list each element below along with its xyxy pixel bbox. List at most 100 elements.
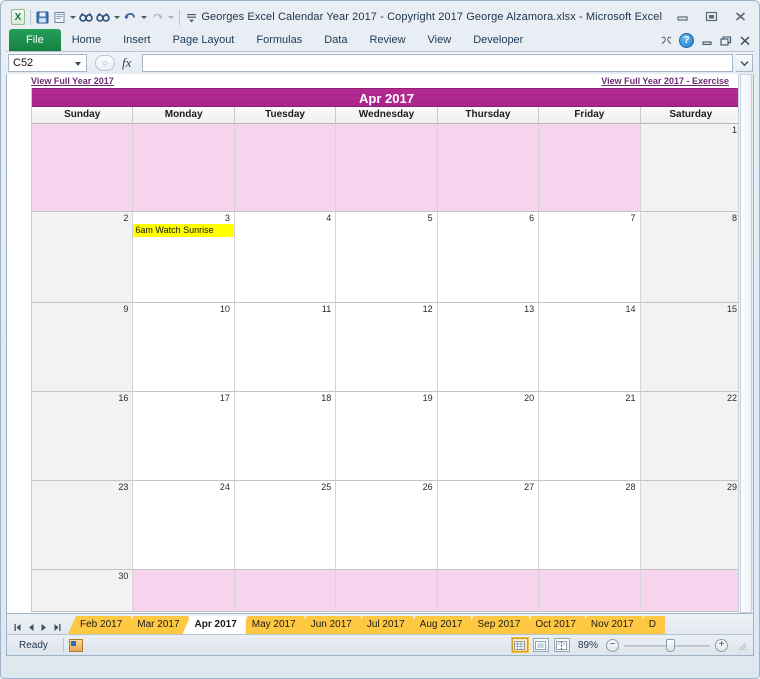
calendar-day-cell[interactable]: 21 <box>539 392 641 481</box>
calendar-day-cell[interactable]: 28 <box>539 481 641 570</box>
calendar-day-cell[interactable] <box>437 570 540 612</box>
undo-dropdown-icon[interactable] <box>140 15 147 19</box>
calendar-day-cell[interactable] <box>539 124 641 212</box>
insert-function-icon[interactable]: fx <box>119 55 134 71</box>
normal-view-button[interactable] <box>510 637 529 653</box>
calendar-day-cell[interactable]: 11 <box>234 303 337 392</box>
worksheet-canvas[interactable]: View Full Year 2017 View Full Year 2017 … <box>7 74 753 613</box>
first-sheet-icon[interactable] <box>13 623 22 632</box>
calendar-day-cell[interactable]: 26 <box>336 481 438 570</box>
tab-insert[interactable]: Insert <box>112 29 162 51</box>
calendar-day-cell[interactable]: 29 <box>640 481 742 570</box>
sheet-tab[interactable]: Jul 2017 <box>354 616 414 634</box>
page-break-preview-button[interactable] <box>553 638 570 652</box>
expand-formula-bar-icon[interactable] <box>736 54 753 72</box>
tab-developer[interactable]: Developer <box>462 29 534 51</box>
page-layout-view-button[interactable] <box>532 638 549 652</box>
next-sheet-icon[interactable] <box>40 623 48 632</box>
sheet-tab[interactable]: Apr 2017 <box>182 616 246 634</box>
restore-window-icon[interactable] <box>720 35 732 46</box>
calendar-day-cell[interactable]: 17 <box>133 392 235 481</box>
help-icon[interactable]: ? <box>679 33 694 48</box>
calendar-day-cell[interactable] <box>234 124 337 212</box>
zoom-out-button[interactable]: − <box>606 638 619 652</box>
calendar-day-cell[interactable]: 8 <box>640 212 742 303</box>
sheet-tab[interactable]: Nov 2017 <box>578 616 643 634</box>
zoom-in-button[interactable]: + <box>715 638 728 652</box>
tab-home[interactable]: Home <box>61 29 112 51</box>
calendar-day-cell[interactable]: 20 <box>437 392 540 481</box>
spelling-icon[interactable] <box>79 9 93 25</box>
name-box-dropdown-icon[interactable] <box>75 62 81 66</box>
calendar-event[interactable]: 6am Watch Sunrise <box>133 224 234 237</box>
calendar-day-cell[interactable]: 24 <box>133 481 235 570</box>
calendar-day-cell[interactable]: 12 <box>336 303 438 392</box>
vertical-scrollbar[interactable] <box>738 74 753 613</box>
zoom-slider-thumb[interactable] <box>666 638 675 652</box>
sheet-tab[interactable]: May 2017 <box>239 616 305 634</box>
view-full-year-exercise-link[interactable]: View Full Year 2017 - Exercise <box>601 76 729 86</box>
tab-view[interactable]: View <box>417 29 463 51</box>
calendar-day-cell[interactable] <box>336 570 438 612</box>
view-full-year-link[interactable]: View Full Year 2017 <box>31 76 114 86</box>
calendar-day-cell[interactable]: 30 <box>32 570 134 612</box>
calendar-day-cell[interactable]: 3 6am Watch Sunrise <box>133 212 235 303</box>
sheet-tab[interactable]: Sep 2017 <box>465 616 530 634</box>
sheet-tab[interactable]: Mar 2017 <box>125 616 189 634</box>
resize-grip-icon[interactable] <box>735 639 747 651</box>
tab-file[interactable]: File <box>9 29 61 51</box>
calendar-day-cell[interactable]: 1 <box>640 124 742 212</box>
minimize-window-icon[interactable] <box>701 36 713 46</box>
calendar-day-cell[interactable]: 22 <box>640 392 742 481</box>
calendar-day-cell[interactable] <box>32 124 134 212</box>
calendar-day-cell[interactable] <box>234 570 337 612</box>
last-sheet-icon[interactable] <box>53 623 62 632</box>
calendar-day-cell[interactable]: 18 <box>234 392 337 481</box>
insert-function-oval-icon[interactable]: ○ <box>95 55 115 71</box>
calendar-day-cell[interactable]: 2 <box>32 212 134 303</box>
sheet-tab[interactable]: Feb 2017 <box>68 616 132 634</box>
calendar-day-cell[interactable]: 19 <box>336 392 438 481</box>
undo-icon[interactable] <box>123 9 137 25</box>
calendar-day-cell[interactable]: 6 <box>437 212 540 303</box>
calendar-day-cell[interactable]: 25 <box>234 481 337 570</box>
calendar-day-cell[interactable] <box>437 124 540 212</box>
calendar-day-cell[interactable]: 14 <box>539 303 641 392</box>
calendar-day-cell[interactable] <box>336 124 438 212</box>
save-icon[interactable] <box>36 9 50 25</box>
customize-qat-icon[interactable] <box>185 9 199 25</box>
research-dropdown-icon[interactable] <box>113 15 120 19</box>
name-box[interactable]: C52 <box>8 54 87 72</box>
previous-sheet-icon[interactable] <box>27 623 35 632</box>
print-preview-icon[interactable] <box>52 9 66 25</box>
sheet-tab[interactable]: Oct 2017 <box>523 616 585 634</box>
sheet-tab[interactable]: Aug 2017 <box>407 616 472 634</box>
tab-data[interactable]: Data <box>313 29 358 51</box>
calendar-day-cell[interactable]: 15 <box>640 303 742 392</box>
calendar-day-cell[interactable]: 23 <box>32 481 134 570</box>
tab-formulas[interactable]: Formulas <box>245 29 313 51</box>
calendar-day-cell[interactable] <box>539 570 641 612</box>
calendar-day-cell[interactable] <box>133 124 235 212</box>
zoom-slider[interactable] <box>624 638 710 652</box>
vertical-scroll-thumb[interactable] <box>740 74 752 613</box>
sheet-tab[interactable]: Jun 2017 <box>298 616 361 634</box>
tab-review[interactable]: Review <box>358 29 416 51</box>
calendar-day-cell[interactable] <box>640 570 742 612</box>
calendar-day-cell[interactable]: 10 <box>133 303 235 392</box>
calendar-day-cell[interactable]: 4 <box>234 212 337 303</box>
close-icon[interactable] <box>730 8 750 25</box>
print-preview-dropdown-icon[interactable] <box>69 15 76 19</box>
minimize-icon[interactable] <box>672 8 692 25</box>
calendar-day-cell[interactable]: 5 <box>336 212 438 303</box>
maximize-icon[interactable] <box>701 8 721 25</box>
calendar-day-cell[interactable]: 7 <box>539 212 641 303</box>
tab-page-layout[interactable]: Page Layout <box>162 29 246 51</box>
calendar-day-cell[interactable]: 13 <box>437 303 540 392</box>
calendar-day-cell[interactable]: 27 <box>437 481 540 570</box>
calendar-day-cell[interactable]: 16 <box>32 392 134 481</box>
research-icon[interactable] <box>96 9 110 25</box>
record-macro-icon[interactable] <box>68 638 83 652</box>
calendar-day-cell[interactable]: 9 <box>32 303 134 392</box>
calendar-day-cell[interactable] <box>133 570 235 612</box>
